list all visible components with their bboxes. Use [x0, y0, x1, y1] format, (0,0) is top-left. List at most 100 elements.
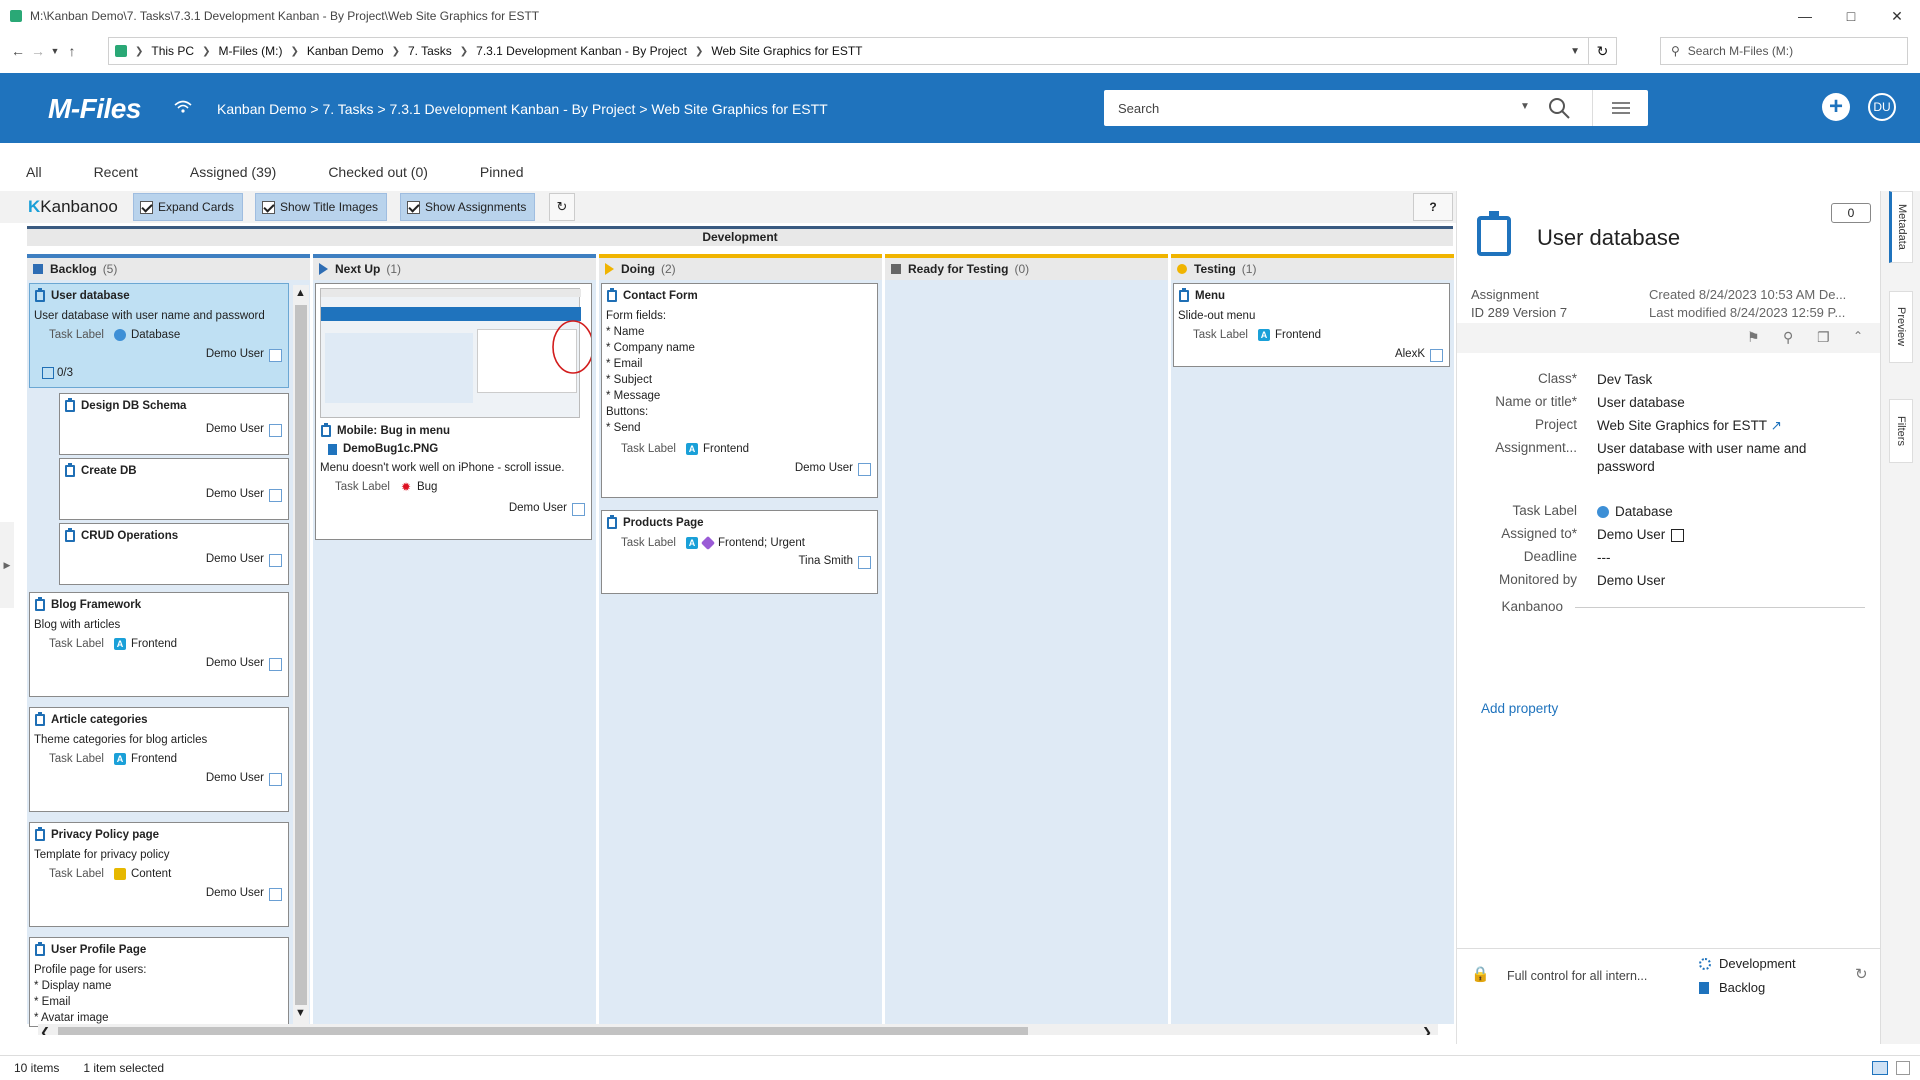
- swimlane-header[interactable]: Development: [27, 226, 1453, 246]
- complete-checkbox[interactable]: [269, 424, 282, 437]
- crumb-kanban-demo[interactable]: Kanban Demo: [307, 44, 384, 58]
- prop-value-project[interactable]: Web Site Graphics for ESTT ↗: [1597, 417, 1837, 435]
- back-arrow-icon[interactable]: ←: [8, 43, 28, 59]
- search-options-chevron-icon[interactable]: ▼: [1520, 101, 1530, 112]
- expand-cards-toggle[interactable]: Expand Cards: [133, 193, 244, 221]
- filter-settings-icon[interactable]: [1592, 90, 1648, 126]
- search-input[interactable]: Search ▼: [1104, 90, 1648, 126]
- complete-checkbox[interactable]: [269, 773, 282, 786]
- search-icon[interactable]: [1547, 96, 1571, 120]
- prop-value-assignment[interactable]: User database with user name and passwor…: [1597, 440, 1837, 476]
- comment-count-badge[interactable]: 0: [1831, 203, 1871, 223]
- crumb-tasks[interactable]: 7. Tasks: [408, 44, 452, 58]
- details-view-icon[interactable]: [1872, 1061, 1888, 1075]
- column-header[interactable]: Doing (2): [599, 254, 882, 280]
- column-header[interactable]: Ready for Testing (0): [885, 254, 1168, 280]
- refresh-board-button[interactable]: ↻: [549, 193, 575, 221]
- scroll-thumb[interactable]: [295, 305, 307, 1005]
- flag-icon[interactable]: ⚑: [1747, 329, 1760, 346]
- crumb-dev-kanban[interactable]: 7.3.1 Development Kanban - By Project: [476, 44, 687, 58]
- complete-checkbox[interactable]: [1430, 349, 1443, 362]
- tab-recent[interactable]: Recent: [68, 164, 164, 180]
- complete-checkbox[interactable]: [269, 658, 282, 671]
- column-header[interactable]: Backlog (5): [27, 254, 310, 280]
- minimize-button[interactable]: —: [1782, 0, 1828, 32]
- refresh-icon[interactable]: ↻: [1588, 38, 1616, 64]
- permissions-text[interactable]: Full control for all intern...: [1507, 969, 1647, 983]
- up-arrow-icon[interactable]: ↑: [62, 43, 82, 59]
- close-button[interactable]: ✕: [1874, 0, 1920, 32]
- header-path[interactable]: Kanban Demo > 7. Tasks > 7.3.1 Developme…: [217, 101, 828, 117]
- large-icons-view-icon[interactable]: [1896, 1061, 1910, 1075]
- complete-checkbox[interactable]: [269, 554, 282, 567]
- copy-icon[interactable]: ❐: [1817, 329, 1830, 346]
- maximize-button[interactable]: □: [1828, 0, 1874, 32]
- card-user-database[interactable]: User database User database with user na…: [29, 283, 289, 388]
- tab-preview[interactable]: Preview: [1889, 291, 1913, 363]
- attached-file[interactable]: DemoBug1c.PNG: [328, 443, 438, 455]
- card-mobile-bug-in-menu[interactable]: Mobile: Bug in menu DemoBug1c.PNG Menu d…: [315, 283, 592, 540]
- card-products-page[interactable]: Products Page Task Label A Frontend; Urgen…: [601, 510, 878, 594]
- change-state-icon[interactable]: ↻: [1855, 965, 1868, 983]
- subtask-card-crud-operations[interactable]: CRUD Operations Demo User: [59, 523, 289, 585]
- column-header[interactable]: Testing (1): [1171, 254, 1454, 280]
- prop-value-name[interactable]: User database: [1597, 394, 1837, 412]
- prop-value-task-label[interactable]: Database: [1597, 503, 1837, 521]
- scroll-down-icon[interactable]: ▼: [295, 1007, 306, 1019]
- crumb-mfiles[interactable]: M-Files (M:): [218, 44, 282, 58]
- tab-all[interactable]: All: [0, 164, 68, 180]
- tab-pinned[interactable]: Pinned: [454, 164, 550, 180]
- dropdown-icon[interactable]: ▼: [1570, 46, 1580, 57]
- card-privacy-policy-page[interactable]: Privacy Policy page Template for privacy…: [29, 822, 289, 927]
- expand-left-pane-handle[interactable]: ▶: [0, 522, 14, 608]
- complete-checkbox[interactable]: [269, 888, 282, 901]
- prop-value-class[interactable]: Dev Task: [1597, 371, 1837, 389]
- tab-checked-out[interactable]: Checked out (0): [302, 164, 454, 180]
- chevron-down-icon[interactable]: ▼: [48, 46, 62, 56]
- title-image-thumbnail[interactable]: [320, 288, 591, 418]
- crumb-web-site[interactable]: Web Site Graphics for ESTT: [711, 44, 862, 58]
- tab-assigned[interactable]: Assigned (39): [164, 164, 302, 180]
- help-button[interactable]: ?: [1413, 193, 1453, 221]
- complete-checkbox[interactable]: [858, 463, 871, 476]
- card-blog-framework[interactable]: Blog Framework Blog with articles Task L…: [29, 592, 289, 697]
- scroll-thumb[interactable]: [58, 1027, 1028, 1035]
- vertical-scrollbar[interactable]: ▲ ▼: [293, 285, 309, 1024]
- explorer-search-input[interactable]: ⚲ Search M-Files (M:): [1660, 37, 1908, 65]
- crumb-this-pc[interactable]: This PC: [151, 44, 194, 58]
- subtask-counter[interactable]: 0/3: [42, 367, 73, 379]
- card-article-categories[interactable]: Article categories Theme categories for …: [29, 707, 289, 812]
- complete-checkbox[interactable]: [572, 503, 585, 516]
- prop-value-monitored-by[interactable]: Demo User: [1597, 572, 1837, 590]
- state-value[interactable]: Backlog: [1699, 980, 1765, 995]
- breadcrumb[interactable]: ❯ This PC ❯ M-Files (M:) ❯ Kanban Demo ❯ 7.…: [108, 37, 1617, 65]
- subtask-card-design-db-schema[interactable]: Design DB Schema Demo User: [59, 393, 289, 455]
- complete-checkbox[interactable]: [858, 556, 871, 569]
- scroll-left-icon[interactable]: ❮: [40, 1025, 50, 1035]
- prop-value-deadline[interactable]: ---: [1597, 549, 1837, 567]
- column-header[interactable]: Next Up (1): [313, 254, 596, 280]
- complete-checkbox[interactable]: [269, 349, 282, 362]
- card-contact-form[interactable]: Contact Form Form fields: * Name * Compa…: [601, 283, 878, 498]
- complete-checkbox[interactable]: [1671, 528, 1685, 542]
- scroll-up-icon[interactable]: ▲: [295, 287, 306, 299]
- show-title-images-toggle[interactable]: Show Title Images: [255, 193, 388, 221]
- open-link-icon[interactable]: ↗: [1771, 418, 1782, 433]
- collapse-chevron-icon[interactable]: ⌃: [1853, 329, 1863, 343]
- complete-checkbox[interactable]: [269, 489, 282, 502]
- workflow-value[interactable]: Development: [1699, 956, 1796, 971]
- prop-value-assigned-to[interactable]: Demo User: [1597, 526, 1837, 544]
- show-assignments-toggle[interactable]: Show Assignments: [400, 193, 536, 221]
- pin-icon[interactable]: ⚲: [1783, 329, 1793, 346]
- subtask-card-create-db[interactable]: Create DB Demo User: [59, 458, 289, 520]
- create-new-icon[interactable]: +: [1822, 93, 1850, 121]
- user-avatar[interactable]: DU: [1868, 93, 1896, 121]
- add-property-link[interactable]: Add property: [1481, 701, 1558, 716]
- tab-filters[interactable]: Filters: [1889, 399, 1913, 463]
- card-user-profile-page[interactable]: User Profile Page Profile page for users…: [29, 937, 289, 1027]
- scroll-right-icon[interactable]: ❯: [1422, 1025, 1432, 1035]
- card-menu[interactable]: Menu Slide-out menu Task Label A Frontend …: [1173, 283, 1450, 367]
- tab-metadata[interactable]: Metadata: [1889, 191, 1913, 263]
- forward-arrow-icon[interactable]: →: [28, 43, 48, 59]
- horizontal-scrollbar[interactable]: ❮ ❯: [38, 1024, 1438, 1035]
